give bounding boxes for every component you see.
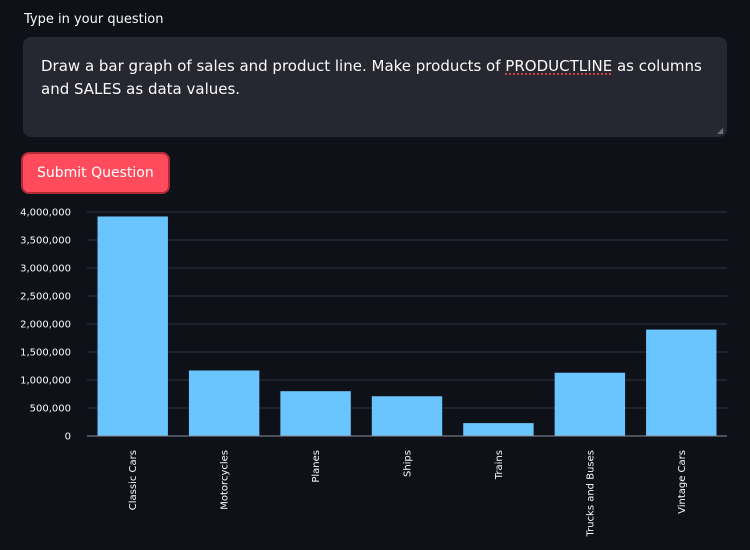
bar[interactable] [463, 423, 534, 436]
resize-handle-icon[interactable]: ◢ [717, 127, 725, 135]
question-textarea[interactable]: Draw a bar graph of sales and product li… [23, 37, 727, 137]
question-text-start: Draw a bar graph of sales and product li… [41, 57, 506, 75]
y-tick-label: 2,500,000 [20, 292, 71, 303]
bar[interactable] [646, 329, 717, 436]
y-tick-label: 4,000,000 [20, 208, 71, 219]
x-tick-label: Classic Cars [128, 450, 139, 510]
bar[interactable] [371, 396, 443, 436]
y-tick-label: 2,000,000 [20, 320, 71, 331]
x-tick-label: Motorcycles [220, 450, 231, 510]
y-tick-label: 3,000,000 [20, 264, 71, 275]
y-tick-label: 1,000,000 [20, 376, 71, 387]
y-tick-label: 0 [65, 432, 71, 443]
y-tick-label: 1,500,000 [20, 348, 71, 359]
bar[interactable] [188, 370, 260, 436]
x-tick-label: Vintage Cars [677, 450, 688, 514]
y-tick-label: 3,500,000 [20, 236, 71, 247]
sales-bar-chart: 0 500,000 1,000,000 1,500,000 2,000,000 2,500… [20, 208, 727, 538]
bar[interactable] [554, 372, 626, 436]
y-tick-label: 500,000 [30, 404, 71, 415]
app-page: Type in your question Draw a bar graph o… [0, 0, 750, 550]
submit-question-button[interactable]: Submit Question [21, 152, 170, 194]
bar[interactable] [97, 216, 168, 436]
question-text-highlight: PRODUCTLINE [505, 57, 613, 75]
x-tick-label: Planes [311, 450, 322, 483]
x-tick-label: Trains [494, 450, 505, 480]
x-tick-label: Trucks and Buses [585, 450, 596, 538]
bar[interactable] [280, 391, 351, 436]
question-label: Type in your question [24, 12, 164, 27]
x-tick-label: Ships [403, 450, 414, 477]
